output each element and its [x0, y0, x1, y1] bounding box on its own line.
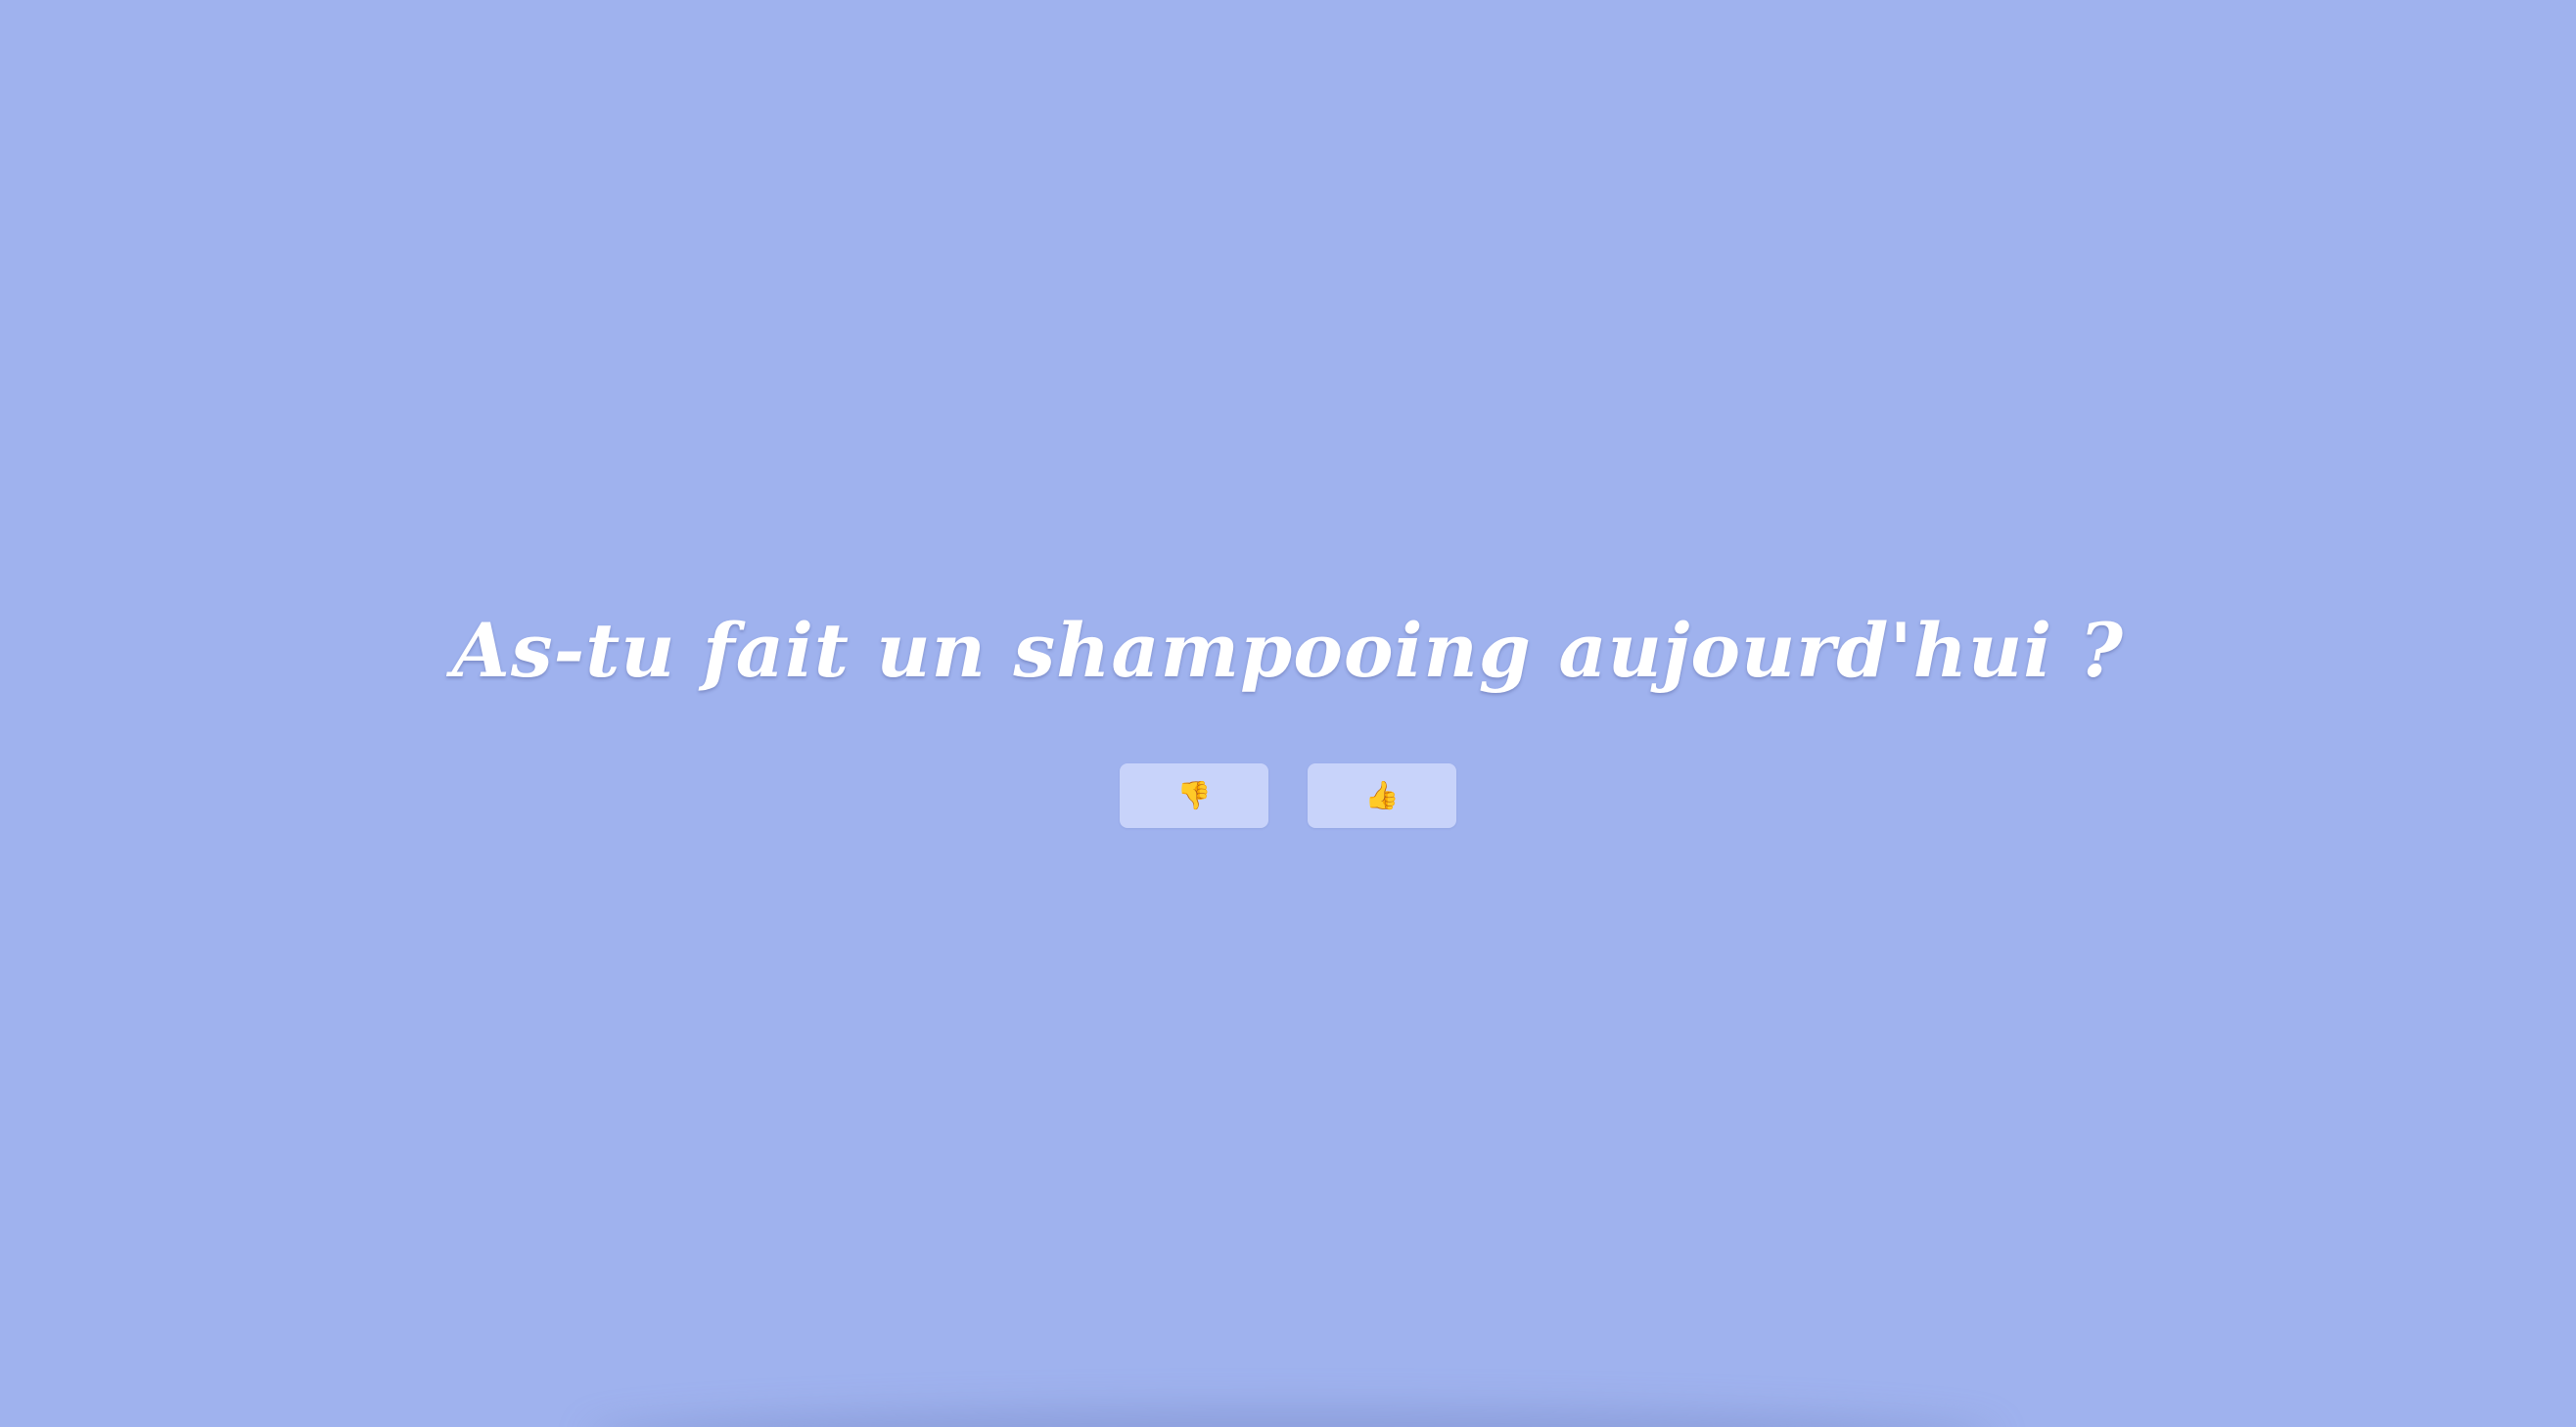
- answer-buttons: 👎 👍: [0, 763, 2576, 828]
- bottom-shadow: [587, 1407, 1997, 1427]
- thumbs-up-icon: 👍: [1364, 779, 1400, 811]
- thumbs-down-icon: 👎: [1176, 779, 1212, 811]
- thumbs-down-button[interactable]: 👎: [1120, 763, 1268, 828]
- page-background: As-tu fait un shampooing aujourd'hui ? 👎…: [0, 0, 2576, 1427]
- thumbs-up-button[interactable]: 👍: [1308, 763, 1456, 828]
- question-heading: As-tu fait un shampooing aujourd'hui ?: [451, 607, 2125, 694]
